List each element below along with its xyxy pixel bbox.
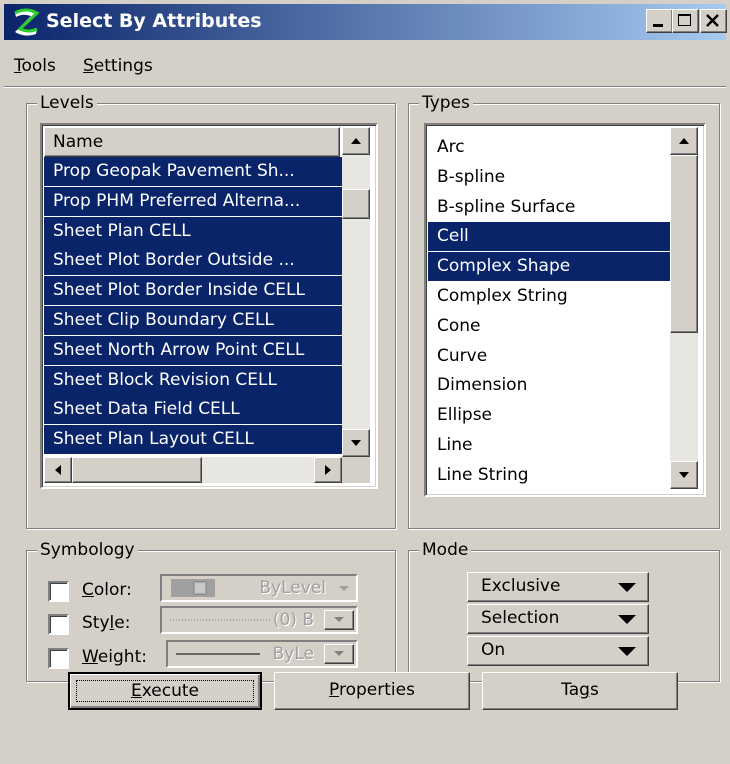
properties-button[interactable]: Properties xyxy=(274,672,470,710)
title-bar[interactable]: Select By Attributes xyxy=(4,4,727,40)
scroll-left-arrow-icon xyxy=(55,465,61,475)
level-list-item[interactable]: Sheet Plot Border Outside ... xyxy=(44,246,342,276)
dropdown-arrow-icon xyxy=(618,583,636,592)
levels-hscroll-thumb[interactable] xyxy=(72,457,202,483)
mode-selection-label: Selection xyxy=(481,608,560,628)
levels-scroll-left[interactable] xyxy=(44,457,72,483)
levels-horizontal-scrollbar[interactable] xyxy=(44,457,370,483)
type-list-item[interactable]: B-spline xyxy=(428,163,670,192)
weight-combo[interactable]: ByLe xyxy=(166,640,358,668)
minimize-icon xyxy=(653,24,663,27)
type-list-item[interactable]: Dimension xyxy=(428,371,670,400)
line-style-sample xyxy=(170,619,270,621)
level-list-item[interactable]: Sheet Data Field CELL xyxy=(44,395,342,425)
type-list-item[interactable]: Line xyxy=(428,431,670,460)
type-list-item[interactable]: Cell xyxy=(428,222,670,252)
level-list-item[interactable]: Sheet North Arrow Point CELL xyxy=(44,335,342,365)
menu-settings[interactable]: Settings xyxy=(83,56,153,76)
minimize-button[interactable] xyxy=(646,9,673,33)
levels-scroll-thumb[interactable] xyxy=(342,189,370,219)
color-checkbox[interactable] xyxy=(48,581,69,602)
level-list-item[interactable]: Sheet Plan Layout CELL xyxy=(44,425,342,455)
maximize-button[interactable] xyxy=(672,9,699,33)
mode-selection-dropdown[interactable]: Selection xyxy=(467,604,649,634)
level-list-item[interactable]: Sheet Clip Boundary CELL xyxy=(44,306,342,335)
focus-rectangle xyxy=(76,680,254,702)
mode-exclusive-dropdown[interactable]: Exclusive xyxy=(467,572,649,602)
color-combo[interactable]: ByLevel xyxy=(160,574,358,602)
dropdown-arrow-icon xyxy=(334,617,344,622)
level-list-item[interactable]: Prop Geopak Pavement Sh... xyxy=(44,157,342,186)
type-list-item[interactable]: Complex Shape xyxy=(428,252,670,282)
mode-group-label: Mode xyxy=(419,540,472,560)
scroll-right-arrow-icon xyxy=(325,465,331,475)
types-list[interactable]: Arc B-spline B-spline Surface Cell Complex S… xyxy=(424,123,706,497)
level-list-item[interactable]: Sheet Block Revision CELL xyxy=(44,365,342,395)
menu-tools[interactable]: Tools xyxy=(14,56,56,76)
weight-dropdown-button[interactable] xyxy=(324,644,354,664)
mode-exclusive-label: Exclusive xyxy=(481,576,561,596)
type-list-item[interactable]: Curve xyxy=(428,342,670,371)
type-list-item[interactable]: Ellipse xyxy=(428,401,670,430)
execute-button[interactable]: Execute xyxy=(68,672,262,710)
select-by-attributes-window: Select By Attributes Tools Settings Leve… xyxy=(0,0,730,764)
line-weight-sample xyxy=(176,653,260,655)
type-list-item[interactable]: Line String xyxy=(428,461,670,490)
type-list-item[interactable]: Complex String xyxy=(428,282,670,311)
scroll-up-arrow-icon xyxy=(351,138,361,144)
weight-checkbox[interactable] xyxy=(48,648,69,669)
types-scroll-up[interactable] xyxy=(670,127,698,155)
close-button[interactable] xyxy=(700,9,727,33)
types-scroll-down[interactable] xyxy=(670,461,698,489)
type-list-item[interactable]: Arc xyxy=(428,133,670,162)
dropdown-arrow-icon xyxy=(618,647,636,656)
menu-divider xyxy=(4,86,726,88)
close-icon xyxy=(706,14,719,27)
levels-list[interactable]: Name Prop Geopak Pavement Sh... Prop PHM … xyxy=(40,123,378,489)
style-value: (0) B xyxy=(272,610,314,630)
scroll-up-arrow-icon xyxy=(679,138,689,144)
types-scroll-thumb[interactable] xyxy=(670,155,698,333)
levels-vertical-scrollbar[interactable] xyxy=(342,127,370,457)
style-combo[interactable]: (0) B xyxy=(160,606,358,634)
app-z-icon xyxy=(14,8,40,36)
weight-label: Weight: xyxy=(82,647,147,667)
types-group-label: Types xyxy=(419,93,473,113)
scroll-down-arrow-icon xyxy=(351,440,361,446)
scroll-down-arrow-icon xyxy=(679,472,689,478)
symbology-group-label: Symbology xyxy=(37,540,138,560)
color-swatch-icon xyxy=(171,579,215,597)
dropdown-arrow-icon xyxy=(618,615,636,624)
levels-scroll-up[interactable] xyxy=(342,127,370,155)
levels-scroll-right[interactable] xyxy=(314,457,342,483)
levels-name-header[interactable]: Name xyxy=(44,127,340,157)
maximize-icon xyxy=(678,14,691,26)
levels-group-label: Levels xyxy=(37,93,97,113)
window-title: Select By Attributes xyxy=(46,10,262,32)
color-value: ByLevel xyxy=(259,578,326,598)
style-label: Style: xyxy=(82,613,131,633)
color-label: Color: xyxy=(82,580,132,600)
type-list-item[interactable]: Cone xyxy=(428,312,670,341)
style-checkbox[interactable] xyxy=(48,614,69,635)
levels-scroll-down[interactable] xyxy=(342,429,370,457)
weight-value: ByLe xyxy=(272,644,314,664)
dropdown-arrow-icon xyxy=(334,651,344,656)
style-dropdown-button[interactable] xyxy=(324,610,354,630)
types-vertical-scrollbar[interactable] xyxy=(670,127,698,489)
level-list-item[interactable]: Prop PHM Preferred Alterna... xyxy=(44,186,342,216)
level-list-item[interactable]: Sheet Plan CELL xyxy=(44,216,342,246)
level-list-item[interactable]: Sheet Plot Border Inside CELL xyxy=(44,276,342,306)
mode-on-dropdown[interactable]: On xyxy=(467,636,649,666)
type-list-item[interactable]: B-spline Surface xyxy=(428,193,670,222)
scroll-corner xyxy=(342,457,370,483)
dropdown-arrow-icon xyxy=(339,586,349,591)
mode-on-label: On xyxy=(481,640,506,660)
tags-button[interactable]: Tags xyxy=(482,672,678,710)
